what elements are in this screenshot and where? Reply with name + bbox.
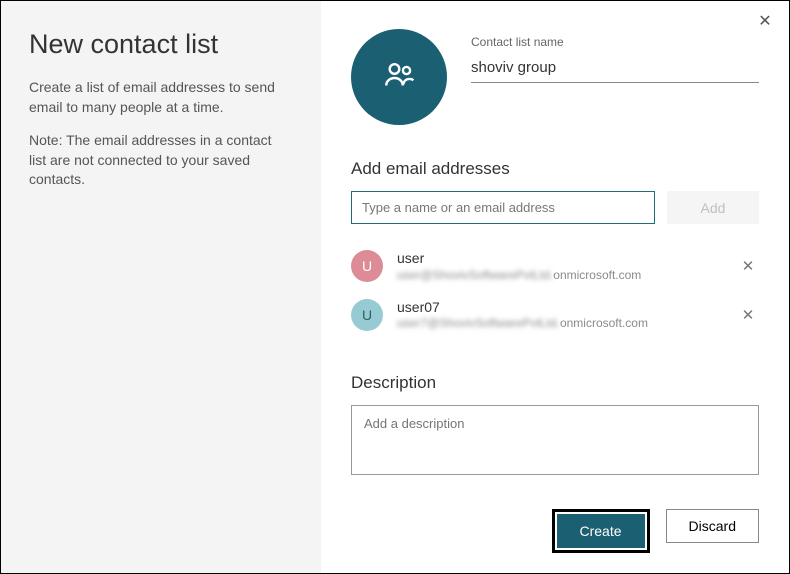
page-title: New contact list — [29, 29, 291, 60]
contact-list-avatar — [351, 29, 447, 125]
contact-name-label: Contact list name — [471, 35, 759, 49]
email-address-input[interactable] — [351, 191, 655, 224]
contact-name-input[interactable] — [471, 55, 759, 83]
member-avatar: U — [351, 299, 383, 331]
info-text-2: Note: The email addresses in a contact l… — [29, 131, 291, 190]
add-button[interactable]: Add — [667, 191, 759, 224]
form-panel: ✕ Contact list name Add email addresses — [321, 1, 789, 573]
discard-button[interactable]: Discard — [666, 509, 759, 543]
description-heading: Description — [351, 373, 759, 393]
member-info: useruser@ShovivSoftwarePvtLtd.onmicrosof… — [397, 250, 737, 283]
member-row: Uuser07user7@ShovivSoftwarePvtLtd.onmicr… — [351, 291, 759, 340]
member-name: user07 — [397, 299, 737, 317]
members-list: Uuseruser@ShovivSoftwarePvtLtd.onmicroso… — [351, 242, 759, 339]
member-email: user7@ShovivSoftwarePvtLtd.onmicrosoft.c… — [397, 316, 737, 331]
people-icon — [381, 57, 417, 98]
member-email: user@ShovivSoftwarePvtLtd.onmicrosoft.co… — [397, 268, 737, 283]
member-info: user07user7@ShovivSoftwarePvtLtd.onmicro… — [397, 299, 737, 332]
remove-member-button[interactable]: ✕ — [737, 255, 759, 277]
add-emails-heading: Add email addresses — [351, 159, 759, 179]
member-name: user — [397, 250, 737, 268]
create-button[interactable]: Create — [557, 514, 645, 548]
close-button[interactable]: ✕ — [755, 11, 775, 31]
info-sidebar: New contact list Create a list of email … — [1, 1, 321, 573]
remove-member-button[interactable]: ✕ — [737, 304, 759, 326]
member-row: Uuseruser@ShovivSoftwarePvtLtd.onmicroso… — [351, 242, 759, 291]
description-input[interactable] — [351, 405, 759, 475]
create-button-highlight: Create — [552, 509, 650, 553]
info-text-1: Create a list of email addresses to send… — [29, 78, 291, 117]
member-avatar: U — [351, 250, 383, 282]
